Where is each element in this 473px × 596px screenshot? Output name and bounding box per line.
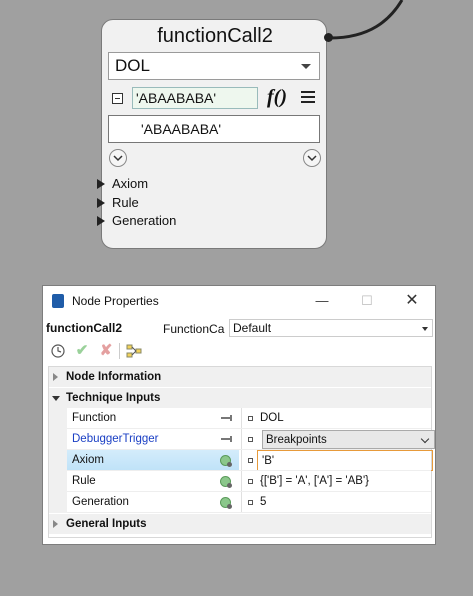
chevron-down-icon [422,327,428,331]
toolbar: ✔ ✘ [43,339,435,363]
connect-input-icon[interactable] [220,455,232,467]
port-label: Axiom [112,176,149,191]
title-bar[interactable]: Node Properties — ☐ ✕ [43,286,435,316]
pin-icon[interactable] [221,436,235,442]
section-technique-inputs[interactable]: Technique Inputs [49,388,431,408]
input-port-icon [97,179,105,189]
axiom-input[interactable]: 'B' [257,450,433,471]
node-header: functionCall2 FunctionCa Default [43,316,435,338]
property-name: Axiom [67,450,239,471]
property-row-function[interactable]: Function DOL [49,408,431,429]
function-select[interactable]: DOL [108,52,320,80]
link-square-icon [248,500,253,505]
property-row-axiom[interactable]: Axiom 'B' [49,450,433,471]
section-label: General Inputs [66,518,147,530]
function-call-node[interactable]: functionCall2 DOL 'ABAABABA' f() 'ABAABA… [97,19,327,249]
chevron-down-icon [301,64,311,69]
port-label: Generation [112,213,177,228]
node-name: functionCall2 [46,321,123,335]
graph-icon[interactable] [125,342,143,360]
collapse-icon[interactable] [112,93,123,104]
property-value[interactable]: {['B'] = 'A', ['A'] = 'AB'} [260,471,430,492]
section-label: Technique Inputs [66,392,161,404]
expand-left-icon[interactable] [109,149,127,167]
window-title: Node Properties [72,294,159,308]
node-title: functionCall2 [157,25,273,47]
cross-icon[interactable]: ✘ [97,342,115,360]
expand-arrow-icon [53,373,58,381]
property-name: Generation [72,496,129,508]
property-row-rule[interactable]: Rule {['B'] = 'A', ['A'] = 'AB'} [49,471,431,492]
section-general-inputs[interactable]: General Inputs [49,514,431,534]
collapse-arrow-icon [52,396,60,401]
link-square-icon [248,479,253,484]
app-icon [52,294,64,308]
pin-icon[interactable] [221,415,235,421]
debugger-trigger-select[interactable]: Breakpoints [262,430,435,449]
expand-arrow-icon [53,520,58,528]
expand-right-icon[interactable] [303,149,321,167]
input-port-icon [97,198,105,208]
property-name: Function [72,412,117,424]
toolbar-divider [119,343,120,359]
property-name: DebuggerTrigger [72,433,159,445]
input-port-icon [97,216,105,226]
link-square-icon [248,416,253,421]
output-port-icon[interactable] [324,33,333,42]
check-icon[interactable]: ✔ [73,342,91,360]
connect-input-icon[interactable] [220,476,232,488]
port-label: Rule [112,195,139,210]
function-call-value: Default [233,321,272,335]
minimize-button[interactable]: — [299,286,345,316]
property-row-debugger-trigger[interactable]: DebuggerTrigger Breakpoints [49,429,435,450]
connect-input-icon[interactable] [220,497,232,509]
chevron-down-icon [420,434,430,444]
function-call-label: FunctionCa [163,322,225,336]
function-icon[interactable]: f() [267,86,287,109]
property-row-generation[interactable]: Generation 5 [49,492,431,513]
clock-icon[interactable] [49,342,67,360]
link-square-icon [248,437,253,442]
function-select-value: DOL [115,56,150,75]
node-properties-window: Node Properties — ☐ ✕ functionCall2 Func… [42,285,436,545]
property-value[interactable]: DOL [260,408,430,429]
property-value[interactable]: 5 [260,492,430,513]
function-call-select[interactable]: Default [229,319,433,337]
section-label: Node Information [66,371,162,383]
property-grid: Node Information Technique Inputs Functi… [48,366,435,538]
output-display: 'ABAABABA' [108,115,320,143]
link-square-icon [248,458,253,463]
section-node-information[interactable]: Node Information [49,367,431,387]
close-button[interactable]: ✕ [389,286,435,316]
property-value: Breakpoints [266,434,327,446]
menu-icon[interactable] [301,91,315,105]
property-name: Rule [72,475,96,487]
maximize-button[interactable]: ☐ [344,286,390,316]
string-value-field[interactable]: 'ABAABABA' [132,87,258,109]
